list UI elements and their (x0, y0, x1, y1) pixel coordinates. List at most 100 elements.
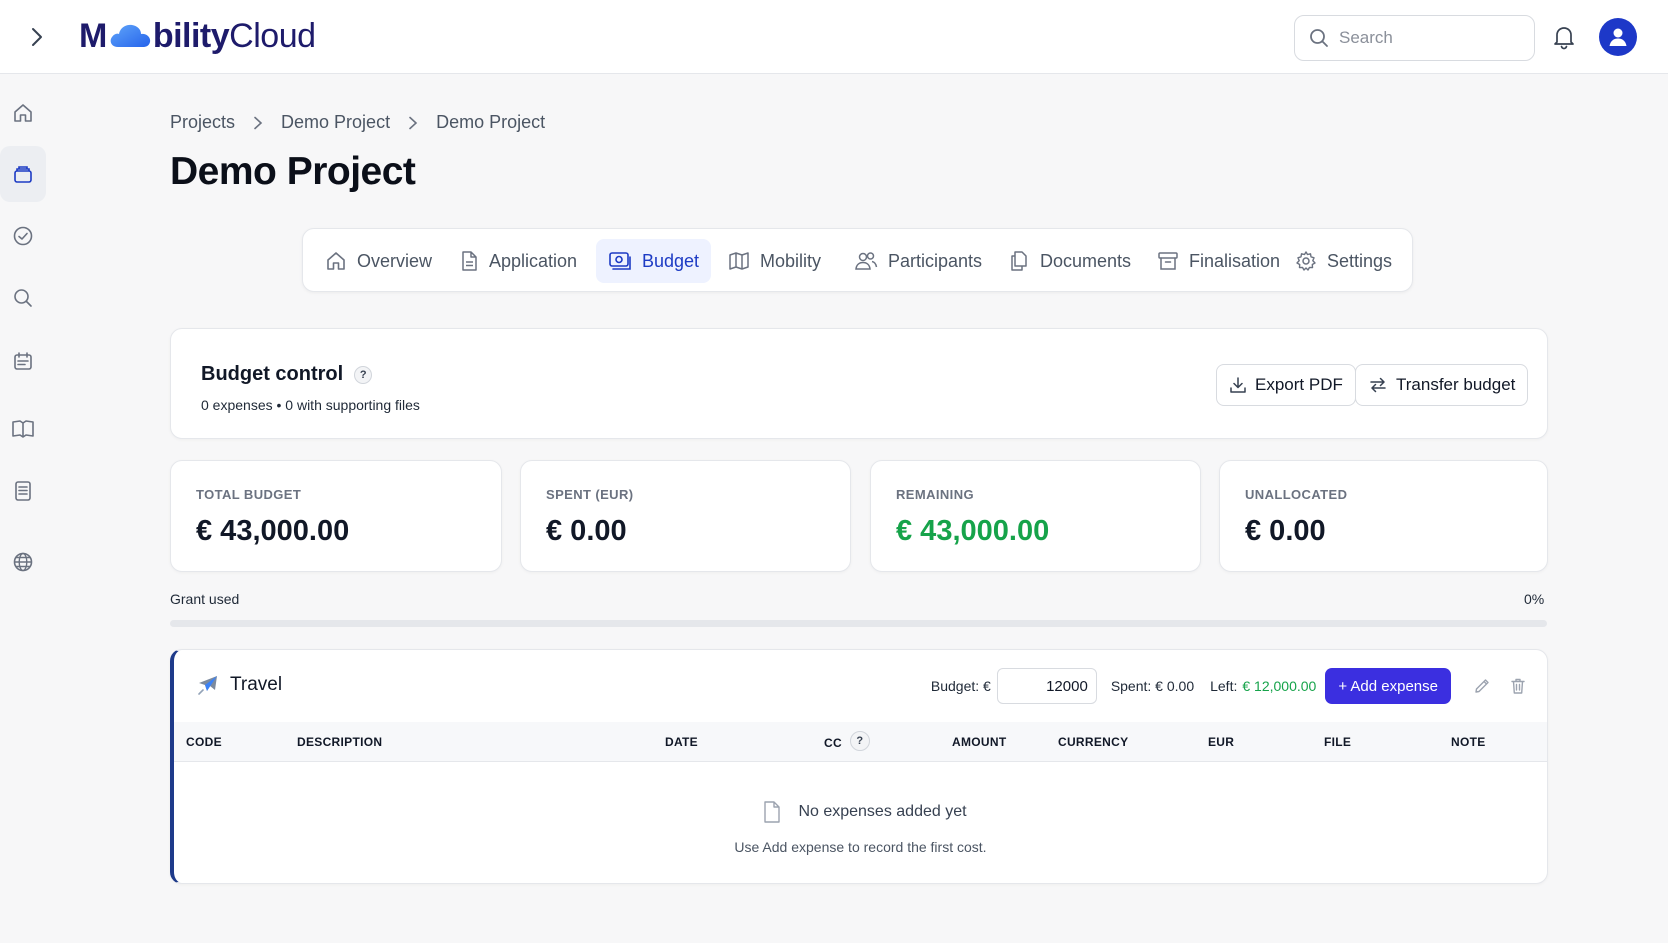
tab-mobility[interactable]: Mobility (716, 239, 833, 283)
sidebar-item-calendar[interactable] (0, 333, 46, 389)
document-icon (12, 480, 34, 502)
search-icon (12, 287, 34, 309)
column-eur: EUR (1208, 735, 1235, 749)
tab-label: Application (489, 250, 578, 271)
tab-budget[interactable]: Budget (596, 239, 712, 283)
transfer-arrows-icon (1368, 376, 1388, 394)
stat-value: € 0.00 (546, 515, 627, 547)
breadcrumb-demo-project[interactable]: Demo Project (281, 112, 390, 133)
tab-label: Participants (888, 250, 983, 271)
breadcrumb: Projects Demo Project Demo Project (170, 112, 545, 133)
help-icon[interactable]: ? (354, 365, 373, 384)
grant-used-label: Grant used (170, 591, 240, 607)
users-icon (854, 250, 878, 272)
book-icon (11, 418, 35, 440)
tab-label: Mobility (760, 250, 822, 271)
stat-remaining: REMAINING € 43,000.00 (870, 460, 1201, 572)
left-label: Left: (1210, 678, 1238, 694)
left-value: € 12,000.00 (1242, 678, 1317, 694)
chevron-right-icon (30, 26, 44, 48)
tab-documents[interactable]: Documents (996, 239, 1143, 283)
project-tabs: Overview Application Budget Mobility Par… (302, 228, 1413, 292)
home-icon (325, 250, 347, 272)
download-icon (1229, 376, 1247, 394)
tab-finalisation[interactable]: Finalisation (1145, 239, 1292, 283)
budget-label: Budget: € (930, 678, 991, 694)
sidebar-item-language[interactable] (0, 534, 46, 590)
trash-icon (1509, 677, 1527, 695)
tab-application[interactable]: Application (447, 239, 589, 283)
search-input[interactable] (1339, 28, 1519, 48)
stat-value: € 0.00 (1245, 515, 1326, 547)
file-icon (762, 800, 782, 824)
expense-table-header: CODE DESCRIPTION DATE CC ? AMOUNT CURREN… (174, 722, 1547, 762)
empty-state-subtext: Use Add expense to record the first cost… (734, 839, 987, 855)
spent-label: Spent: € 0.00 (1110, 678, 1195, 694)
empty-state: No expenses added yet Use Add expense to… (174, 800, 1547, 855)
tab-participants[interactable]: Participants (842, 239, 994, 283)
app-logo[interactable]: M bility Cloud (79, 16, 316, 56)
empty-state-title: No expenses added yet (762, 800, 967, 824)
add-expense-button[interactable]: + Add expense (1325, 668, 1451, 704)
map-icon (728, 250, 750, 272)
airplane-icon (196, 673, 220, 697)
transfer-budget-label: Transfer budget (1396, 375, 1516, 394)
sidebar-item-search[interactable] (0, 270, 46, 326)
tab-settings[interactable]: Settings (1283, 239, 1404, 283)
tab-label: Overview (357, 250, 433, 271)
delete-category-button[interactable] (1509, 677, 1527, 695)
sidebar-item-projects[interactable] (0, 146, 46, 202)
sidebar-item-home[interactable] (0, 85, 46, 141)
logo-text-bility: bility (152, 16, 230, 55)
budget-control-summary: 0 expenses • 0 with supporting files (201, 397, 420, 413)
globe-icon (12, 551, 34, 573)
column-cc: CC ? (824, 731, 870, 751)
tab-label: Settings (1327, 250, 1393, 271)
projects-icon (12, 163, 34, 185)
column-amount: AMOUNT (952, 735, 1007, 749)
search-icon (1309, 28, 1329, 48)
column-file: FILE (1324, 735, 1352, 749)
search-box[interactable] (1294, 15, 1535, 61)
user-icon (1607, 26, 1629, 48)
transfer-budget-button[interactable]: Transfer budget (1355, 364, 1529, 406)
sidebar-item-tasks[interactable] (0, 208, 46, 264)
logo-text-m: M (79, 16, 107, 55)
breadcrumb-projects[interactable]: Projects (170, 112, 235, 133)
pencil-icon (1473, 677, 1491, 695)
user-avatar[interactable] (1599, 18, 1637, 56)
notifications-button[interactable] (1553, 24, 1575, 50)
logo-text-cloud: Cloud (229, 16, 316, 55)
stat-label: REMAINING (896, 487, 974, 502)
stat-value: € 43,000.00 (196, 515, 350, 547)
budget-control-title: Budget control (201, 363, 344, 385)
column-date: DATE (665, 735, 698, 749)
bell-icon (1553, 24, 1575, 50)
chevron-right-icon (408, 116, 418, 130)
tab-overview[interactable]: Overview (313, 239, 444, 283)
sidebar-item-library[interactable] (0, 401, 46, 457)
sidebar-item-documents[interactable] (0, 463, 46, 519)
column-description: DESCRIPTION (297, 735, 383, 749)
stat-label: UNALLOCATED (1245, 487, 1348, 502)
category-name: Travel (230, 674, 283, 695)
export-pdf-label: Export PDF (1255, 375, 1343, 394)
help-icon[interactable]: ? (849, 731, 870, 751)
export-pdf-button[interactable]: Export PDF (1216, 364, 1356, 406)
column-note: NOTE (1451, 735, 1486, 749)
column-cc-label: CC (824, 736, 842, 750)
tab-label: Budget (642, 250, 700, 271)
grant-used-percent: 0% (1524, 591, 1545, 607)
expand-sidebar-button[interactable] (22, 22, 52, 52)
top-bar: M bility Cloud (0, 0, 1668, 74)
cloud-icon (108, 21, 152, 51)
stat-label: SPENT (EUR) (546, 487, 634, 502)
category-heading: Travel (196, 673, 282, 697)
grant-progress-bar (170, 620, 1547, 627)
document-icon (459, 250, 479, 272)
budget-amount-input[interactable] (996, 668, 1097, 704)
chevron-right-icon (253, 116, 263, 130)
empty-state-text: No expenses added yet (798, 803, 967, 820)
logo-bold: M bility (79, 16, 230, 56)
edit-category-button[interactable] (1473, 677, 1491, 695)
